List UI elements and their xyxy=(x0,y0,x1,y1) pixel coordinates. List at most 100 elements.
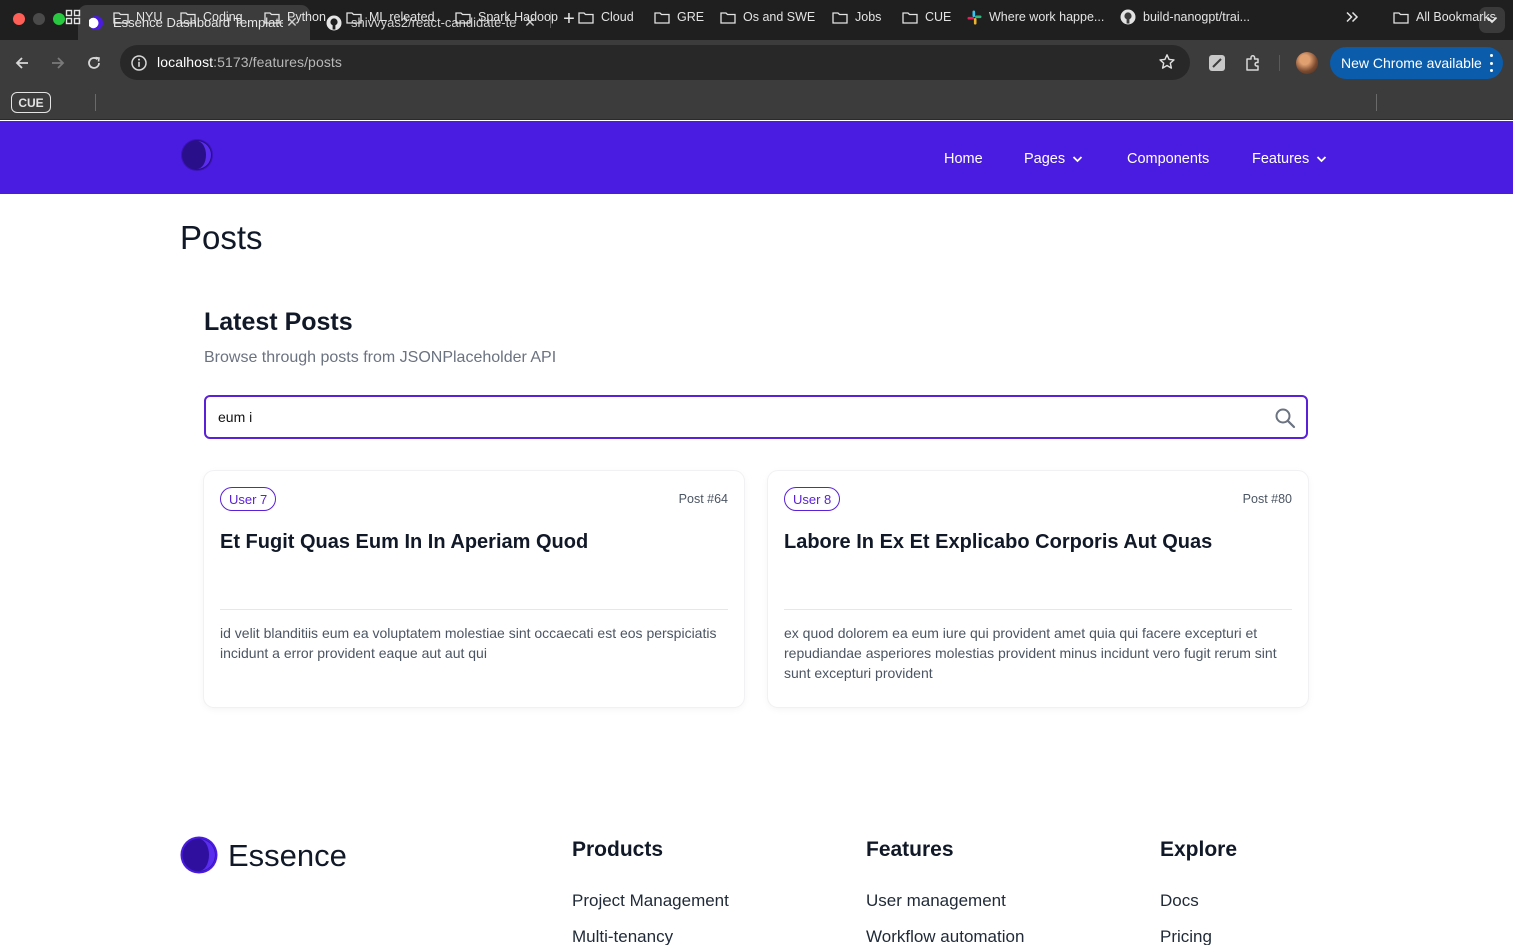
more-menu-icon[interactable] xyxy=(1489,54,1493,72)
footer-column-title: Explore xyxy=(1160,838,1238,861)
folder-icon xyxy=(1393,11,1409,24)
url-host: localhost xyxy=(157,54,214,70)
profile-avatar[interactable] xyxy=(1296,52,1318,74)
card-divider xyxy=(220,609,728,610)
back-arrow-icon[interactable] xyxy=(10,51,34,75)
folder-icon xyxy=(654,11,670,24)
folder-icon xyxy=(720,11,736,24)
bookmark-star-icon[interactable] xyxy=(1158,53,1176,71)
bookmark-separator xyxy=(1376,94,1377,111)
post-title: Et Fugit Quas Eum In In Aperiam Quod xyxy=(220,531,589,553)
post-body: id velit blanditiis eum ea voluptatem mo… xyxy=(220,625,717,661)
bookmark-label: ML releated xyxy=(369,10,435,24)
folder-icon xyxy=(832,11,848,24)
url-text: localhost:5173/features/posts xyxy=(157,54,342,70)
section-title: Latest Posts xyxy=(204,308,353,336)
all-bookmarks-label: All Bookmarks xyxy=(1416,10,1496,24)
extension-icon[interactable] xyxy=(1207,53,1227,73)
post-title: Labore In Ex Et Explicabo Corporis Aut Q… xyxy=(784,531,1213,553)
footer-link[interactable]: Pricing xyxy=(1160,927,1212,945)
footer-link[interactable]: User management xyxy=(866,891,1006,911)
footer-link[interactable]: Multi-tenancy xyxy=(572,927,673,945)
bookmark-cloud[interactable]: Cloud xyxy=(578,8,634,26)
bookmark-coding[interactable]: Coding xyxy=(180,8,243,26)
bookmark-slack[interactable]: Where work happe... xyxy=(967,8,1104,26)
nav-features-label: Features xyxy=(1252,151,1310,167)
bookmarks-bar xyxy=(0,86,1513,120)
github-icon xyxy=(1120,9,1136,25)
github-icon xyxy=(326,15,342,31)
search-input[interactable] xyxy=(218,407,1258,427)
close-window-button[interactable] xyxy=(13,13,25,25)
bookmark-spark-hadoop[interactable]: Spark Hadoop xyxy=(455,8,558,26)
toolbar-separator xyxy=(1279,55,1280,71)
search-box xyxy=(204,395,1308,439)
section-subtitle: Browse through posts from JSONPlaceholde… xyxy=(204,349,557,366)
footer-link[interactable]: Docs xyxy=(1160,891,1199,911)
chrome-update-button[interactable]: New Chrome available xyxy=(1330,47,1503,79)
folder-icon xyxy=(902,11,918,24)
bookmark-label: GRE xyxy=(677,10,705,24)
footer-link[interactable]: Workflow automation xyxy=(866,927,1024,945)
folder-icon xyxy=(264,11,280,24)
reload-icon[interactable] xyxy=(82,51,106,75)
chrome-update-label: New Chrome available xyxy=(1341,55,1482,71)
post-card[interactable]: User 8 Post #80 Labore In Ex Et Explicab… xyxy=(768,471,1308,707)
footer-brand: Essence xyxy=(228,838,347,873)
nav-home[interactable]: Home xyxy=(944,149,983,169)
bookmark-gre[interactable]: GRE xyxy=(654,8,704,26)
bookmark-label: NYU xyxy=(136,10,163,24)
user-badge: User 7 xyxy=(220,487,277,511)
footer-column-title: Products xyxy=(572,838,664,861)
bookmark-label: Python xyxy=(287,10,326,24)
card-divider xyxy=(784,609,1292,610)
address-bar[interactable]: localhost:5173/features/posts xyxy=(120,45,1190,80)
bookmark-jobs[interactable]: Jobs xyxy=(832,8,881,26)
bookmark-nyu[interactable]: NYU xyxy=(113,8,162,26)
browser-toolbar: localhost:5173/features/posts New Chrome… xyxy=(0,40,1513,86)
chevron-down-icon xyxy=(1316,155,1327,163)
footer-column-title: Features xyxy=(866,838,954,861)
bookmark-label: Cloud xyxy=(601,10,634,24)
folder-icon xyxy=(346,11,362,24)
bookmark-separator xyxy=(95,94,96,111)
bookmark-github[interactable]: build-nanogpt/trai... xyxy=(1120,8,1250,26)
bookmark-label: build-nanogpt/trai... xyxy=(1143,10,1251,24)
post-number: Post #64 xyxy=(678,492,728,506)
extensions-puzzle-icon[interactable] xyxy=(1243,53,1263,73)
folder-icon xyxy=(180,11,196,24)
essence-logo-icon[interactable] xyxy=(180,836,218,874)
slack-icon xyxy=(967,10,982,25)
site-info-icon[interactable] xyxy=(130,54,148,72)
chevron-down-icon xyxy=(1072,155,1083,163)
forward-arrow-icon[interactable] xyxy=(46,51,70,75)
post-body: ex quod dolorem ea eum iure qui providen… xyxy=(784,625,1277,681)
nav-pages-label: Pages xyxy=(1024,151,1066,167)
nav-features[interactable]: Features xyxy=(1252,149,1327,169)
all-bookmarks[interactable]: All Bookmarks xyxy=(1393,8,1496,26)
bookmark-python[interactable]: Python xyxy=(264,8,326,26)
search-icon[interactable] xyxy=(1274,407,1296,429)
post-card[interactable]: User 7 Post #64 Et Fugit Quas Eum In In … xyxy=(204,471,744,707)
minimize-window-button[interactable] xyxy=(33,13,45,25)
nav-pages[interactable]: Pages xyxy=(1024,149,1083,169)
essence-favicon-icon xyxy=(88,15,104,31)
maximize-window-button[interactable] xyxy=(53,13,65,25)
essence-logo-icon[interactable] xyxy=(180,138,214,172)
bookmark-label: Where work happe... xyxy=(989,10,1105,24)
cue-extension-badge[interactable]: CUE xyxy=(11,92,51,113)
footer-link[interactable]: Project Management xyxy=(572,891,729,911)
bookmark-label: Jobs xyxy=(855,10,882,24)
folder-icon xyxy=(113,11,129,24)
more-bookmarks-icon[interactable] xyxy=(1345,8,1359,26)
nav-components[interactable]: Components xyxy=(1127,149,1209,169)
bookmark-label: Coding xyxy=(203,10,243,24)
apps-grid-icon[interactable] xyxy=(65,8,81,26)
new-tab-icon[interactable]: + xyxy=(559,8,579,30)
bookmark-label: Spark Hadoop xyxy=(478,10,558,24)
bookmark-ml-releated[interactable]: ML releated xyxy=(346,8,435,26)
folder-icon xyxy=(578,11,594,24)
folder-icon xyxy=(455,11,471,24)
bookmark-cue[interactable]: CUE xyxy=(902,8,951,26)
bookmark-os-and-swe[interactable]: Os and SWE xyxy=(720,8,815,26)
